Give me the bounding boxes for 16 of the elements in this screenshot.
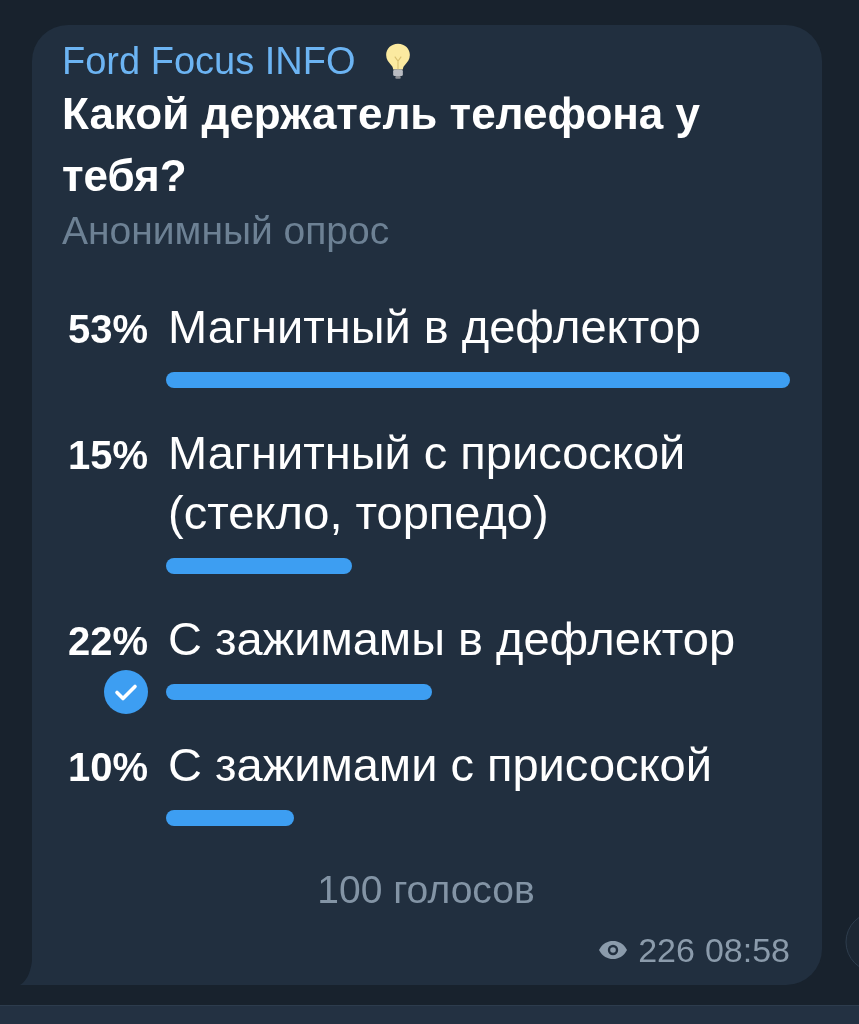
eye-icon (598, 940, 629, 960)
vote-percent: 15% (67, 433, 148, 477)
vote-count: 100 голосов (317, 868, 535, 912)
view-count: 226 (638, 930, 695, 970)
lightbulb-icon (383, 41, 412, 81)
channel-name[interactable]: Ford Focus INFO (62, 39, 356, 83)
vote-percent: 10% (67, 745, 148, 789)
poll-option-text[interactable]: Магнитный с присоской (стекло, торпедо) (166, 423, 790, 543)
poll-type-label: Анонимный опрос (62, 209, 391, 253)
vote-percent: 53% (67, 307, 148, 351)
poll-option-text[interactable]: С зажимами с присоской (166, 735, 790, 795)
message-time: 08:58 (704, 930, 790, 970)
vote-percent: 22% (67, 619, 148, 663)
poll-option-text[interactable]: Магнитный в дефлектор (166, 297, 790, 357)
poll-option-text[interactable]: С зажимамы в дефлектор (166, 609, 790, 669)
poll-question: Какой держатель телефона у тебя? (62, 88, 701, 202)
